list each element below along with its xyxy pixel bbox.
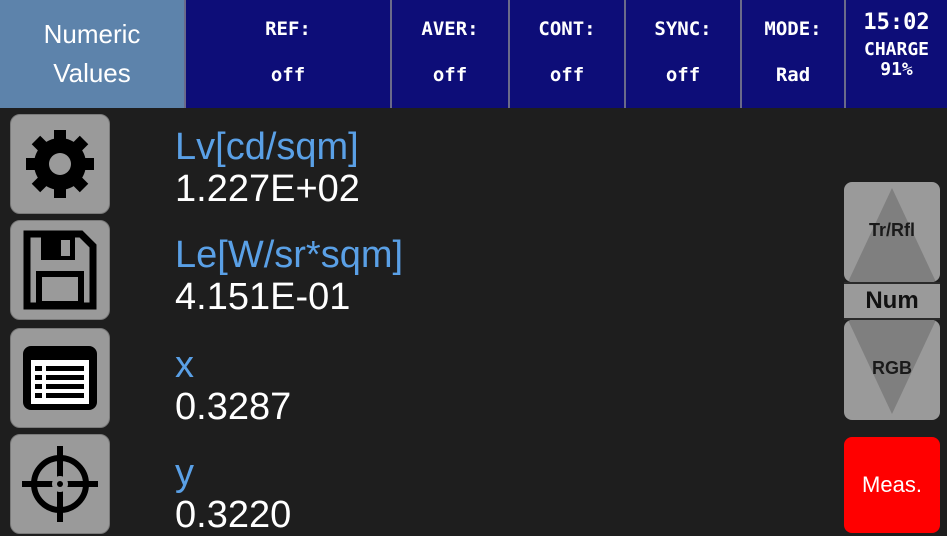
sync-value: off bbox=[665, 64, 701, 86]
ref-label: REF: bbox=[265, 18, 311, 40]
mode-label: MODE: bbox=[764, 18, 822, 40]
clock-battery-cell: 15:02 CHARGE 91% bbox=[844, 0, 947, 108]
current-view-label: Num bbox=[844, 282, 940, 320]
aver-status-cell[interactable]: AVER: off bbox=[390, 0, 508, 108]
measure-button-label: Meas. bbox=[862, 472, 922, 497]
charge-percent: 91% bbox=[880, 59, 913, 80]
measure-button[interactable]: Meas. bbox=[844, 437, 940, 533]
reading-x-value: 0.3287 bbox=[175, 386, 292, 428]
reading-y-value: 0.3220 bbox=[175, 494, 292, 536]
view-up-button[interactable]: Tr/Rfl bbox=[844, 182, 940, 282]
sync-label: SYNC: bbox=[654, 18, 712, 40]
page-title-line1: Numeric bbox=[43, 19, 141, 49]
view-up-label: Tr/Rfl bbox=[868, 220, 915, 240]
page-title-line2: Values bbox=[53, 58, 131, 88]
gear-icon bbox=[26, 130, 94, 198]
reading-lv-value: 1.227E+02 bbox=[175, 168, 360, 210]
floppy-disk-icon bbox=[23, 230, 97, 310]
cont-status-cell[interactable]: CONT: off bbox=[508, 0, 624, 108]
ref-value: off bbox=[270, 64, 306, 86]
reading-x: x 0.3287 bbox=[175, 346, 291, 426]
reading-x-name: x bbox=[175, 344, 194, 386]
view-mode-selector: Tr/Rfl Num RGB bbox=[844, 182, 940, 422]
mode-status-cell[interactable]: MODE: Rad bbox=[740, 0, 844, 108]
reading-y-name: y bbox=[175, 452, 194, 494]
crosshair-icon bbox=[22, 446, 98, 522]
reading-lv: Lv[cd/sqm] 1.227E+02 bbox=[175, 128, 360, 208]
settings-button[interactable] bbox=[10, 114, 110, 214]
ref-status-cell[interactable]: REF: off bbox=[184, 0, 390, 108]
top-status-bar: Numeric Values REF: off AVER: off CONT: … bbox=[0, 0, 947, 109]
charge-label: CHARGE bbox=[863, 39, 930, 60]
cont-label: CONT: bbox=[538, 18, 596, 40]
list-view-button[interactable] bbox=[10, 328, 110, 428]
reading-le-name: Le[W/sr*sqm] bbox=[175, 234, 404, 276]
mode-value: Rad bbox=[775, 64, 811, 86]
target-button[interactable] bbox=[10, 434, 110, 534]
save-button[interactable] bbox=[10, 220, 110, 320]
reading-le-value: 4.151E-01 bbox=[175, 276, 351, 318]
reading-y: y 0.3220 bbox=[175, 454, 291, 534]
aver-value: off bbox=[432, 64, 468, 86]
list-icon bbox=[23, 346, 97, 410]
reading-lv-name: Lv[cd/sqm] bbox=[175, 126, 359, 168]
view-down-label: RGB bbox=[872, 358, 912, 378]
reading-le: Le[W/sr*sqm] 4.151E-01 bbox=[175, 236, 403, 316]
sync-status-cell[interactable]: SYNC: off bbox=[624, 0, 740, 108]
page-title: Numeric Values bbox=[0, 0, 186, 108]
view-down-button[interactable]: RGB bbox=[844, 320, 940, 420]
clock-time: 15:02 bbox=[863, 10, 930, 35]
aver-label: AVER: bbox=[421, 18, 479, 40]
cont-value: off bbox=[549, 64, 585, 86]
